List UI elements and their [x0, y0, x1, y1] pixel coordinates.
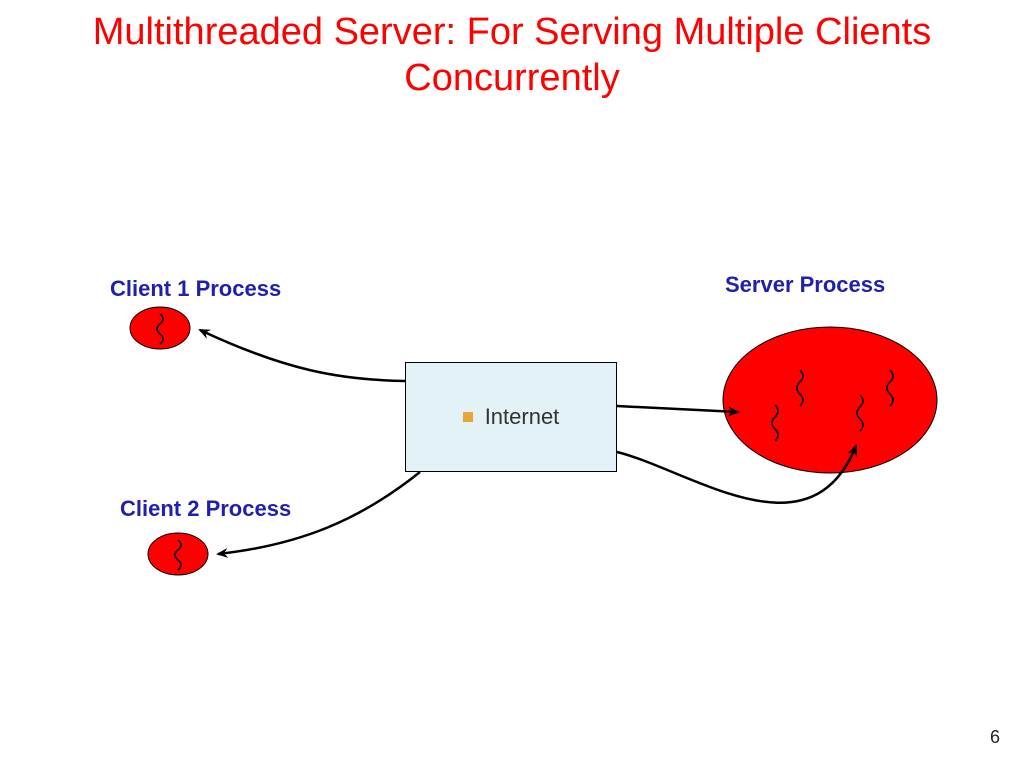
server-oval: [723, 327, 937, 473]
client1-oval: [130, 307, 190, 349]
arrow-internet-to-client1: [200, 330, 405, 381]
arrow-internet-to-client2: [218, 472, 420, 554]
diagram-canvas: [0, 0, 1024, 768]
page-number: 6: [990, 727, 1000, 748]
client2-oval: [148, 533, 208, 575]
arrow-internet-to-server-upper: [617, 406, 738, 412]
